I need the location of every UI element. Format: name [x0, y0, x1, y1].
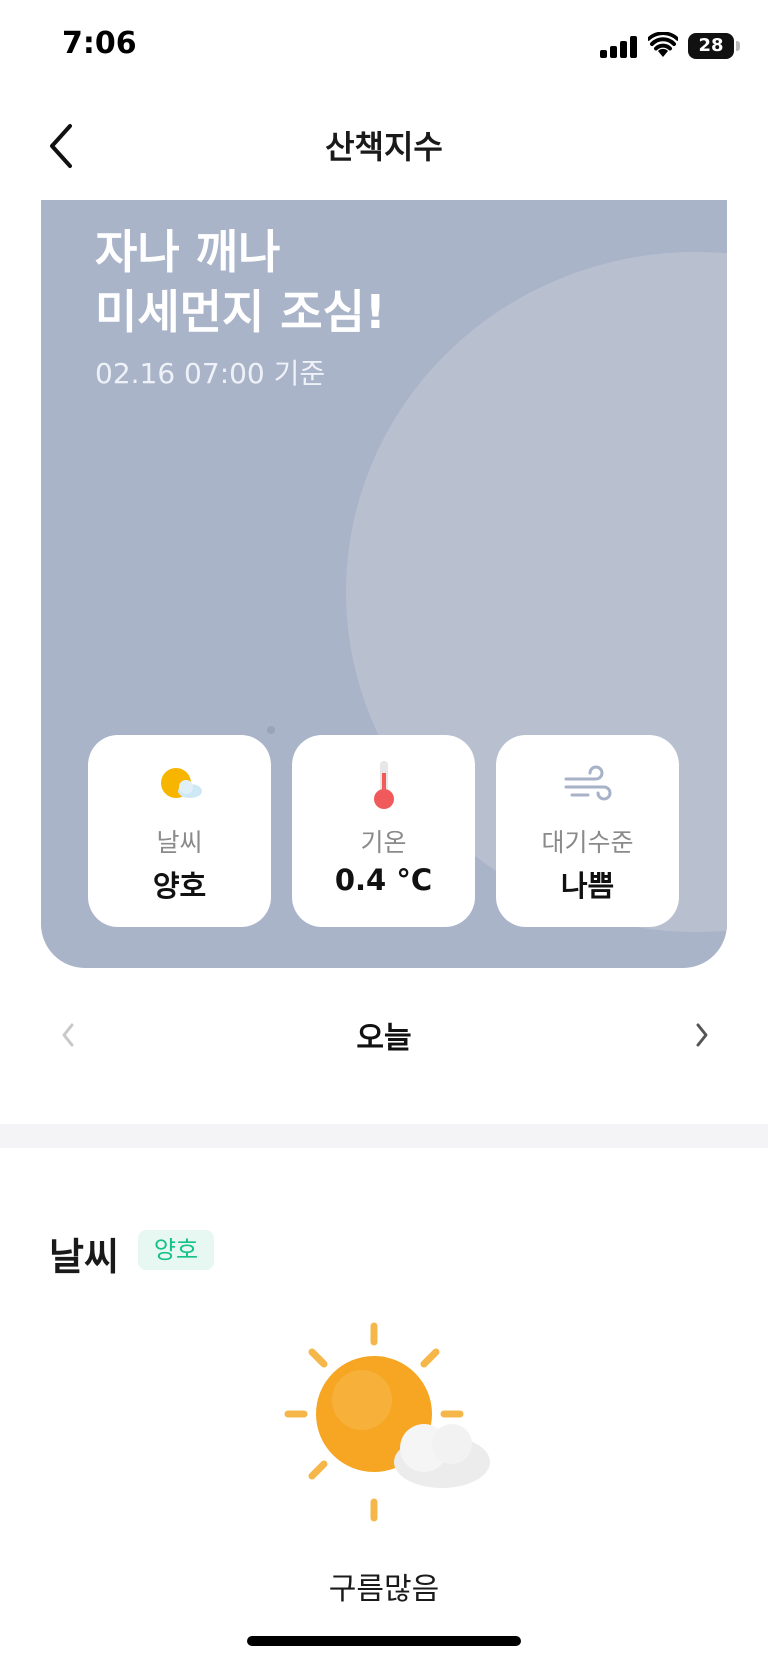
weather-status-badge: 양호 [138, 1230, 214, 1270]
tile-air-quality-label: 대기수준 [541, 828, 634, 857]
nav-bar: 산책지수 [0, 100, 768, 200]
tile-temperature-value: 0.4 °C [334, 863, 433, 897]
hero-headline: 자나 깨나 미세먼지 조심! [95, 222, 386, 342]
status-time: 7:06 [62, 26, 137, 61]
status-bar: 7:06 28 [0, 0, 768, 96]
wifi-icon [648, 32, 678, 57]
next-day-button[interactable] [690, 1017, 714, 1053]
cellular-signal-icon [600, 36, 638, 58]
chevron-right-icon [696, 1023, 708, 1047]
tile-temperature-label: 기온 [360, 828, 407, 857]
hero-date: 02.16 07:00 기준 [95, 357, 326, 390]
battery-cap [736, 41, 740, 51]
hero-dot [267, 726, 275, 734]
tile-temperature[interactable]: 기온 0.4 °C [292, 735, 475, 927]
home-indicator[interactable] [247, 1636, 521, 1646]
weather-description: 구름많음 [328, 1572, 440, 1607]
tile-weather[interactable]: 날씨 양호 [88, 735, 271, 927]
walk-index-hero-card: 자나 깨나 미세먼지 조심! 02.16 07:00 기준 날씨 양호 기온 0… [41, 200, 727, 968]
thermometer-icon [374, 761, 394, 809]
day-label: 오늘 [356, 1021, 412, 1056]
hero-headline-line1: 자나 깨나 [95, 225, 281, 279]
wind-icon [564, 765, 612, 801]
tile-air-quality[interactable]: 대기수준 나쁨 [496, 735, 679, 927]
tile-air-quality-value: 나쁨 [560, 869, 615, 903]
battery-level: 28 [698, 35, 724, 56]
summary-tiles: 날씨 양호 기온 0.4 °C 대기수준 나쁨 [88, 735, 679, 927]
weather-section-title: 날씨 [49, 1235, 119, 1279]
section-divider [0, 1124, 768, 1148]
tile-weather-value: 양호 [152, 869, 207, 903]
tile-weather-label: 날씨 [156, 828, 203, 857]
sun-cloud-icon [161, 768, 202, 798]
hero-headline-line2: 미세먼지 조심! [95, 285, 386, 339]
battery-icon: 28 [688, 33, 734, 59]
sun-behind-cloud-icon [284, 1322, 490, 1522]
day-navigator: 오늘 [0, 1005, 768, 1065]
page-title: 산책지수 [325, 128, 443, 166]
